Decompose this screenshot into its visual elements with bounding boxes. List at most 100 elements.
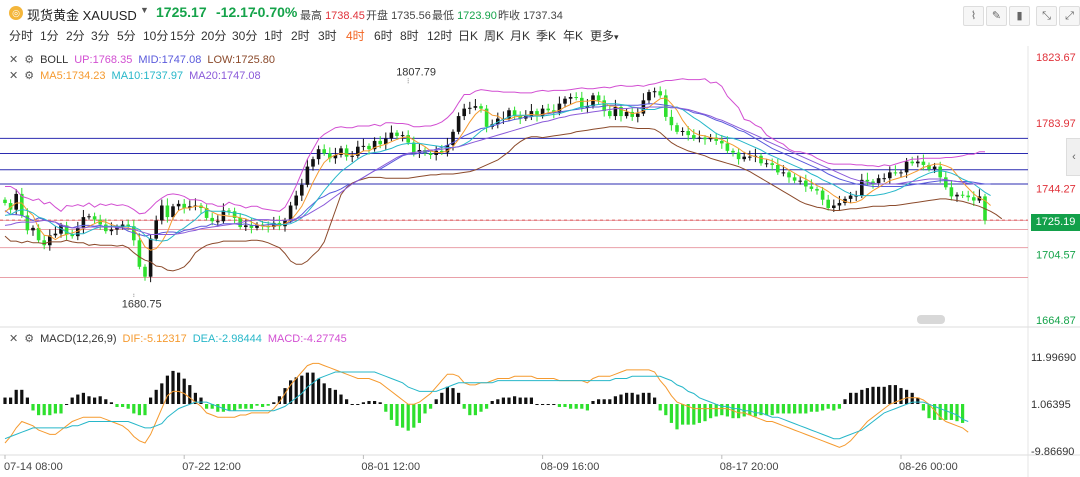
macd-bar bbox=[647, 392, 651, 405]
macd-bar bbox=[300, 375, 304, 405]
macd-bar bbox=[188, 385, 192, 405]
candle-body bbox=[596, 95, 601, 101]
candle-body bbox=[456, 116, 461, 132]
macd-bar bbox=[877, 386, 881, 405]
macd-bar bbox=[748, 404, 752, 416]
candle-body bbox=[944, 177, 948, 188]
macd-bar bbox=[3, 397, 7, 405]
kline-chart[interactable]: 1807.79 1680.75 1823.67 1783.97 1744.27 1704.… bbox=[0, 0, 1080, 477]
macd-axis-label: 1.06395 bbox=[1031, 399, 1071, 411]
candle-body bbox=[972, 197, 976, 201]
macd-bar bbox=[93, 397, 97, 405]
macd-bar bbox=[462, 404, 466, 409]
candle-body bbox=[14, 193, 18, 210]
candle-body bbox=[888, 172, 892, 179]
candle-body bbox=[3, 199, 7, 204]
candle-body bbox=[574, 97, 578, 99]
candle-body bbox=[389, 132, 394, 139]
candle-body bbox=[31, 227, 35, 231]
price-axis-label: 1823.67 bbox=[1036, 52, 1076, 64]
macd-bar bbox=[664, 404, 668, 416]
candle-body bbox=[367, 145, 371, 150]
candle-body bbox=[165, 205, 170, 218]
macd-bar bbox=[199, 397, 203, 405]
macd-bar bbox=[591, 400, 595, 405]
macd-bar bbox=[81, 392, 85, 405]
macd-bar bbox=[143, 404, 147, 416]
macd-bar bbox=[109, 402, 113, 405]
candle-body bbox=[636, 113, 640, 117]
candle-body bbox=[792, 177, 797, 181]
candle-body bbox=[406, 135, 410, 143]
candle-body bbox=[216, 221, 220, 223]
macd-bar bbox=[602, 399, 606, 405]
candle-body bbox=[798, 180, 802, 182]
macd-bar bbox=[401, 404, 405, 428]
macd-bar bbox=[821, 404, 825, 411]
macd-bar bbox=[849, 392, 853, 405]
macd-bar bbox=[524, 397, 528, 405]
macd-axis-label: 11.99690 bbox=[1031, 352, 1076, 364]
candle-body bbox=[322, 149, 326, 154]
macd-bar bbox=[563, 404, 567, 408]
macd-bar bbox=[714, 404, 718, 417]
macd-bar bbox=[434, 399, 438, 405]
candle-body bbox=[300, 184, 304, 196]
candle-body bbox=[675, 125, 679, 132]
macd-bar bbox=[725, 404, 729, 417]
candle-body bbox=[916, 161, 920, 164]
macd-bar bbox=[490, 400, 494, 405]
macd-bar bbox=[641, 392, 645, 405]
candle-body bbox=[736, 152, 741, 160]
macd-bar bbox=[42, 404, 46, 416]
macd-bar bbox=[37, 404, 41, 416]
macd-bar bbox=[585, 404, 589, 411]
candle-body bbox=[647, 92, 651, 101]
candle-body bbox=[529, 111, 534, 117]
macd-bar bbox=[149, 397, 153, 405]
candle-body bbox=[608, 111, 612, 117]
candle-body bbox=[820, 190, 825, 200]
macd-bar bbox=[317, 378, 321, 405]
current-price-tag: 1725.19 bbox=[1031, 214, 1080, 231]
candle-body bbox=[305, 166, 310, 185]
macd-bar bbox=[580, 404, 584, 409]
macd-bar bbox=[709, 404, 713, 419]
collapse-panel-icon[interactable]: ‹ bbox=[1066, 138, 1080, 176]
macd-bar bbox=[205, 404, 209, 409]
low-price-label: 1680.75 bbox=[122, 299, 162, 311]
candle-body bbox=[92, 216, 97, 220]
macd-bar bbox=[630, 392, 634, 405]
candle-body bbox=[776, 164, 780, 173]
candle-body bbox=[395, 132, 399, 136]
macd-bar bbox=[132, 404, 136, 414]
candle-body bbox=[932, 166, 937, 170]
macd-bar bbox=[557, 404, 561, 408]
macd-bar bbox=[333, 389, 337, 405]
candle-body bbox=[703, 137, 707, 140]
candle-body bbox=[882, 178, 886, 180]
candle-body bbox=[104, 224, 108, 232]
macd-bar bbox=[619, 394, 623, 405]
candle-body bbox=[294, 195, 298, 206]
macd-bar bbox=[882, 386, 886, 405]
candle-body bbox=[826, 199, 830, 208]
price-axis-label: 1744.27 bbox=[1036, 184, 1076, 196]
macd-bar bbox=[445, 386, 449, 405]
macd-bar bbox=[832, 404, 836, 411]
candle-body bbox=[344, 148, 349, 157]
candle-body bbox=[81, 217, 86, 228]
macd-bar bbox=[261, 404, 265, 408]
macd-bar bbox=[25, 397, 29, 405]
macd-bar bbox=[367, 400, 371, 405]
candle-body bbox=[815, 188, 819, 191]
macd-bar bbox=[703, 404, 707, 422]
macd-bar bbox=[14, 389, 18, 405]
candle-body bbox=[176, 203, 181, 207]
macd-bar bbox=[339, 394, 343, 405]
candle-body bbox=[53, 233, 58, 236]
macd-bar bbox=[692, 404, 696, 425]
macd-bar bbox=[373, 400, 377, 405]
macd-axis-label: -9.86690 bbox=[1031, 446, 1074, 458]
macd-bar bbox=[65, 404, 69, 406]
